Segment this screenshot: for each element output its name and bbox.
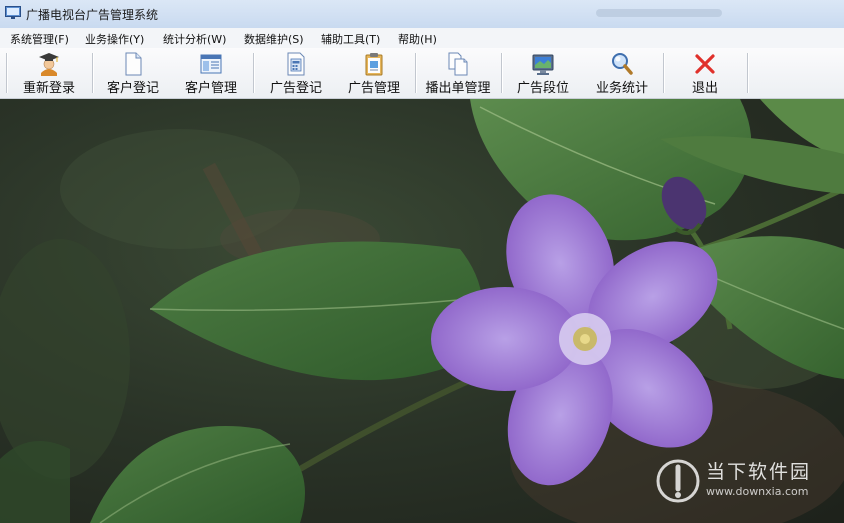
toolbar-separator <box>92 53 94 93</box>
business-stats-button[interactable]: 业务统计 <box>585 48 659 98</box>
toolbar-separator <box>253 53 255 93</box>
menu-data-maintenance[interactable]: 数据维护(S) <box>244 31 304 47</box>
relogin-label: 重新登录 <box>22 81 75 96</box>
clipboard-document-icon <box>365 53 383 76</box>
broadcast-list-label: 播出单管理 <box>425 81 491 96</box>
toolbar-separator <box>501 53 503 93</box>
window-title: 广播电视台广告管理系统 <box>26 8 159 22</box>
document-icon <box>125 52 142 76</box>
menu-system[interactable]: 系统管理(F) <box>10 31 69 47</box>
graduation-cap-user-icon <box>39 53 59 76</box>
watermark-url: www.downxia.com <box>706 485 809 498</box>
watermark-logo-icon <box>656 459 700 503</box>
copy-documents-icon <box>448 52 468 76</box>
toolbar-separator <box>747 53 749 93</box>
menu-help[interactable]: 帮助(H) <box>398 31 437 47</box>
ad-slot-button[interactable]: 广告段位 <box>506 48 580 98</box>
toolbar-separator <box>663 53 665 93</box>
customer-register-label: 客户登记 <box>106 81 159 96</box>
business-stats-label: 业务统计 <box>595 81 648 96</box>
toolbar-separator <box>6 53 8 93</box>
ad-register-button[interactable]: 广告登记 <box>259 48 333 98</box>
app-window-icon <box>5 6 21 19</box>
exit-label: 退出 <box>691 81 718 96</box>
broadcast-list-button[interactable]: 播出单管理 <box>420 48 496 98</box>
list-window-icon <box>200 54 222 74</box>
ad-register-label: 广告登记 <box>269 81 322 96</box>
title-bar[interactable]: 广播电视台广告管理系统 <box>0 0 844 28</box>
ad-manage-button[interactable]: 广告管理 <box>337 48 411 98</box>
watermark: 当下软件园 www.downxia.com <box>656 457 822 505</box>
exit-button[interactable]: 退出 <box>668 48 742 98</box>
relogin-button[interactable]: 重新登录 <box>12 48 86 98</box>
app-window: 广播电视台广告管理系统 系统管理(F) 业务操作(Y) 统计分析(W) 数据维护… <box>0 0 844 523</box>
toolbar: 重新登录 客户登记 客户管理 广告登记 广告管理 播出单管理 广告段位 业务统计… <box>0 48 844 99</box>
customer-manage-label: 客户管理 <box>184 81 237 96</box>
title-blurred-region <box>596 9 722 17</box>
menu-tools[interactable]: 辅助工具(T) <box>321 31 380 47</box>
menu-bar: 系统管理(F) 业务操作(Y) 统计分析(W) 数据维护(S) 辅助工具(T) … <box>0 28 844 49</box>
customer-manage-button[interactable]: 客户管理 <box>174 48 248 98</box>
toolbar-separator <box>415 53 417 93</box>
ad-slot-label: 广告段位 <box>516 81 569 96</box>
monitor-icon <box>532 54 554 75</box>
calculator-document-icon <box>287 52 305 76</box>
menu-business[interactable]: 业务操作(Y) <box>85 31 144 47</box>
customer-register-button[interactable]: 客户登记 <box>97 48 169 98</box>
watermark-name: 当下软件园 <box>706 461 812 483</box>
menu-statistics[interactable]: 统计分析(W) <box>163 31 226 47</box>
ad-manage-label: 广告管理 <box>347 81 400 96</box>
magnifier-icon <box>612 53 633 75</box>
red-x-close-icon <box>695 54 715 74</box>
background-photo: 当下软件园 www.downxia.com <box>0 99 844 523</box>
